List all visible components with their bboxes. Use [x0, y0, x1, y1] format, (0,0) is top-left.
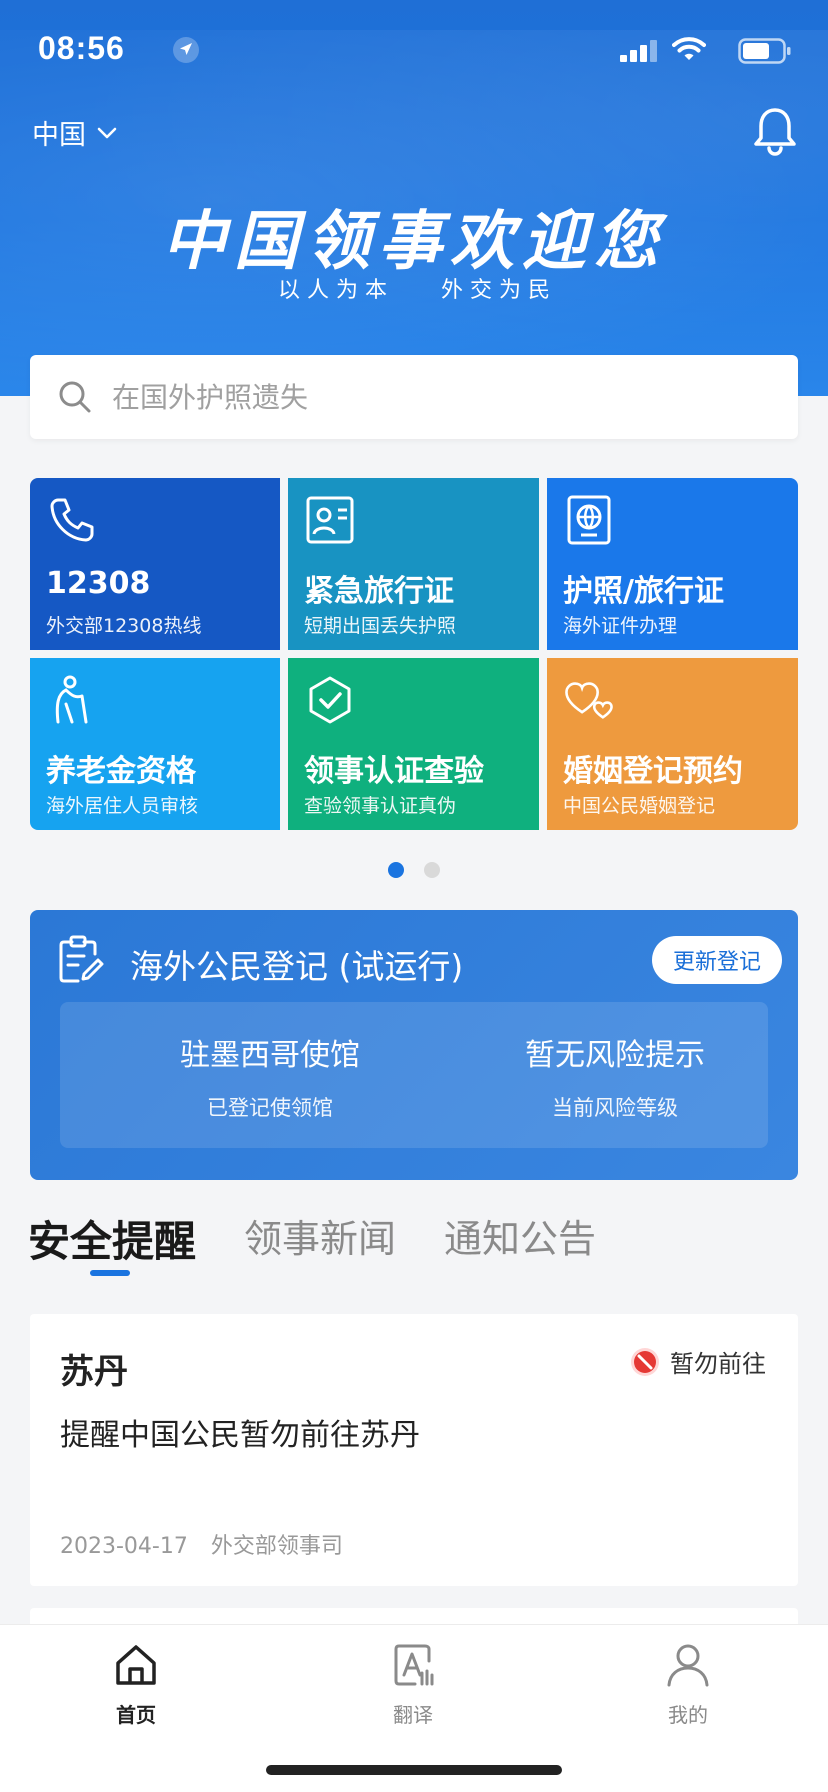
service-subtitle: 海外居住人员审核 [46, 795, 199, 817]
clipboard-edit-icon [59, 935, 104, 983]
service-subtitle: 外交部12308热线 [46, 615, 202, 637]
slogan-title: 中国领事欢迎您 [162, 204, 666, 279]
article-country: 苏丹 [60, 1352, 128, 1392]
citizen-registration-card[interactable]: 海外公民登记 (试运行) 更新登记 驻墨西哥使馆 已登记使领馆 暂无风险提示 当… [30, 910, 798, 1180]
bell-icon[interactable] [752, 106, 798, 156]
service-tile-12308[interactable]: 12308 外交部12308热线 [30, 478, 280, 650]
tab-safety-alerts[interactable]: 安全提醒 [28, 1208, 196, 1276]
service-subtitle: 中国公民婚姻登记 [563, 795, 716, 817]
id-card-icon [306, 496, 354, 544]
services-grid: 12308 外交部12308热线 紧急旅行证 短期出国丢失护照 护照/旅行证 海… [30, 478, 798, 830]
service-title: 护照/旅行证 [563, 574, 724, 609]
carousel-pager [0, 862, 828, 878]
phone-icon [50, 498, 94, 542]
search-input[interactable] [112, 380, 732, 414]
passport-icon [567, 495, 611, 545]
pager-dot-1[interactable] [388, 862, 404, 878]
no-entry-icon [631, 1347, 659, 1376]
region-selector[interactable]: 中国 [32, 113, 118, 152]
article-text: 提醒中国公民暂勿前往苏丹 [60, 1418, 420, 1453]
user-icon [667, 1644, 709, 1687]
risk-value: 暂无风险提示 [525, 1038, 705, 1073]
home-indicator [266, 1765, 562, 1775]
slogan-sub-left: 以 人 为 本 [278, 278, 387, 303]
article-source: 外交部领事司 [210, 1534, 343, 1559]
pager-dot-2[interactable] [424, 862, 440, 878]
nav-translate-label: 翻译 [393, 1703, 433, 1727]
tab-notices[interactable]: 通知公告 [444, 1208, 596, 1263]
slogan-subtitle: 以 人 为 本 外 交 为 民 [0, 272, 828, 304]
chevron-down-icon [97, 127, 117, 138]
service-title: 紧急旅行证 [304, 574, 454, 609]
slogan-sub-right: 外 交 为 民 [441, 278, 550, 303]
tab-consular-news[interactable]: 领事新闻 [244, 1208, 396, 1263]
risk-level: 暂无风险提示 当前风险等级 [510, 1030, 720, 1122]
hearts-icon [565, 682, 613, 719]
service-tile-emergency-travel[interactable]: 紧急旅行证 短期出国丢失护照 [288, 478, 539, 650]
status-badge: 暂勿前往 [630, 1344, 766, 1379]
registered-embassy: 驻墨西哥使馆 已登记使领馆 [170, 1030, 370, 1122]
embassy-label: 已登记使领馆 [207, 1096, 333, 1120]
registration-title: 海外公民登记 (试运行) [130, 947, 464, 986]
service-tile-consular-verify[interactable]: 领事认证查验 查验领事认证真伪 [288, 658, 539, 830]
badge-label: 暂勿前往 [670, 1350, 766, 1378]
service-subtitle: 海外证件办理 [563, 615, 678, 637]
list-item[interactable]: 苏丹 暂勿前往 提醒中国公民暂勿前往苏丹 2023-04-17 外交部领事司 [30, 1314, 798, 1586]
registration-info: 驻墨西哥使馆 已登记使领馆 暂无风险提示 当前风险等级 [60, 1002, 768, 1148]
service-title: 领事认证查验 [304, 754, 484, 789]
battery-icon [738, 38, 791, 64]
service-subtitle: 短期出国丢失护照 [304, 615, 457, 637]
service-tile-marriage[interactable]: 婚姻登记预约 中国公民婚姻登记 [547, 658, 798, 830]
nav-profile-label: 我的 [668, 1703, 708, 1727]
article-date: 2023-04-17 [60, 1534, 188, 1559]
update-registration-button[interactable]: 更新登记 [652, 936, 782, 984]
nav-home-label: 首页 [116, 1703, 156, 1727]
elderly-icon [55, 675, 88, 724]
search-icon [59, 381, 91, 413]
search-bar[interactable] [30, 355, 798, 439]
signal-icon [620, 40, 657, 62]
service-title: 婚姻登记预约 [563, 754, 743, 789]
service-title: 养老金资格 [46, 754, 196, 789]
risk-label: 当前风险等级 [552, 1096, 678, 1120]
status-bar: 08:56 [38, 30, 792, 70]
header-banner: 08:56 中国 中国领事欢迎您 以 人 为 本 外 交 为 民 [0, 0, 828, 396]
home-icon [116, 1645, 156, 1685]
service-title: 12308 [46, 566, 151, 601]
wifi-icon [672, 37, 706, 60]
news-tabs: 安全提醒 领事新闻 通知公告 [28, 1208, 644, 1278]
region-label: 中国 [32, 120, 86, 151]
translate-icon [394, 1644, 434, 1686]
nav-home[interactable]: 首页 [76, 1641, 196, 1728]
service-tile-passport[interactable]: 护照/旅行证 海外证件办理 [547, 478, 798, 650]
nav-translate[interactable]: 翻译 [353, 1641, 473, 1728]
service-subtitle: 查验领事认证真伪 [304, 795, 457, 817]
article-meta: 2023-04-17 外交部领事司 [60, 1528, 359, 1560]
location-arrow-icon [173, 37, 199, 63]
service-tile-pension[interactable]: 养老金资格 海外居住人员审核 [30, 658, 280, 830]
embassy-value: 驻墨西哥使馆 [180, 1038, 360, 1073]
nav-profile[interactable]: 我的 [628, 1641, 748, 1728]
status-time: 08:56 [38, 30, 125, 66]
shield-check-icon [309, 676, 351, 724]
